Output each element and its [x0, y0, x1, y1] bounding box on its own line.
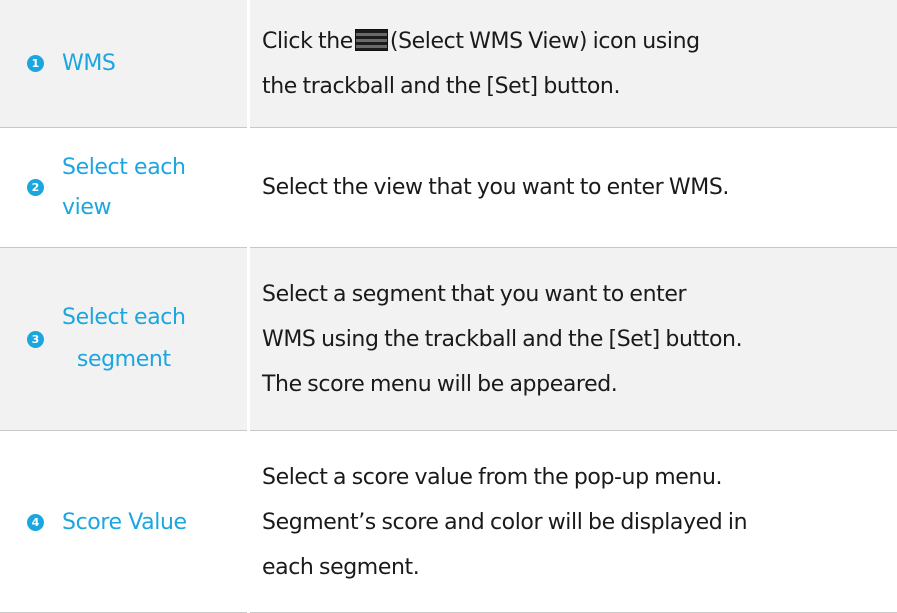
step-number-badge: 3 [27, 330, 44, 348]
step-label: Select each segment [62, 297, 186, 381]
step-description-cell: Select a score value from the pop-up men… [262, 431, 887, 613]
step-label-line: WMS [62, 51, 116, 76]
step-number-badge: 1 [27, 55, 44, 72]
step-label-cell: 1 WMS [0, 0, 247, 127]
table-row-wms: 1 WMS Click the (Select WMS View) icon us… [0, 0, 897, 127]
wms-steps-table: 1 WMS Click the (Select WMS View) icon us… [0, 0, 897, 613]
step-description-cell: Select the view that you want to enter W… [262, 128, 887, 247]
select-wms-view-icon [354, 28, 388, 51]
table-row-select-segment: 3 Select each segment Select a segment t… [0, 248, 897, 430]
step-description-line: each segment. [262, 554, 420, 580]
step-label-line: segment [76, 347, 171, 372]
step-description-line: the trackball and the [Set] button. [262, 73, 621, 99]
step-label-cell: 3 Select each segment [0, 248, 247, 430]
step-label-cell: 2 Select each view [0, 128, 247, 247]
step-label: Score Value [62, 500, 187, 545]
step-label-line: Select each [62, 154, 186, 180]
step-description: Select a segment that you want to enter … [262, 272, 743, 407]
desc-text: Click the [262, 28, 353, 54]
step-description-line: The score menu will be appeared. [262, 371, 618, 397]
step-description-line: WMS using the trackball and the [Set] bu… [262, 326, 743, 352]
step-description: Click the (Select WMS View) icon using th… [262, 19, 700, 109]
step-description-line: Click the (Select WMS View) icon using [262, 19, 700, 64]
step-description-line: Select the view that you want to enter W… [262, 175, 729, 200]
table-row-score-value: 4 Score Value Select a score value from … [0, 431, 897, 613]
table-row-select-view: 2 Select each view Select the view that … [0, 128, 897, 247]
step-number-badge: 2 [27, 179, 44, 196]
step-description-cell: Select a segment that you want to enter … [262, 248, 887, 430]
step-number-badge: 4 [27, 513, 44, 531]
step-description: Select the view that you want to enter W… [262, 165, 729, 210]
step-label-line: view [62, 194, 112, 220]
step-label-line: Select each [62, 305, 186, 330]
step-description-line: Segment’s score and color will be displa… [262, 509, 748, 535]
step-label-cell: 4 Score Value [0, 431, 247, 613]
step-description: Select a score value from the pop-up men… [262, 455, 748, 590]
step-label: Select each view [62, 148, 186, 228]
step-description-line: Select a score value from the pop-up men… [262, 464, 723, 490]
desc-text: (Select WMS View) icon using [389, 28, 700, 54]
column-divider [247, 0, 250, 613]
step-label: WMS [62, 41, 116, 86]
step-description-line: Select a segment that you want to enter [262, 281, 687, 307]
step-description-cell: Click the (Select WMS View) icon using th… [262, 0, 887, 127]
step-label-line: Score Value [62, 509, 187, 535]
